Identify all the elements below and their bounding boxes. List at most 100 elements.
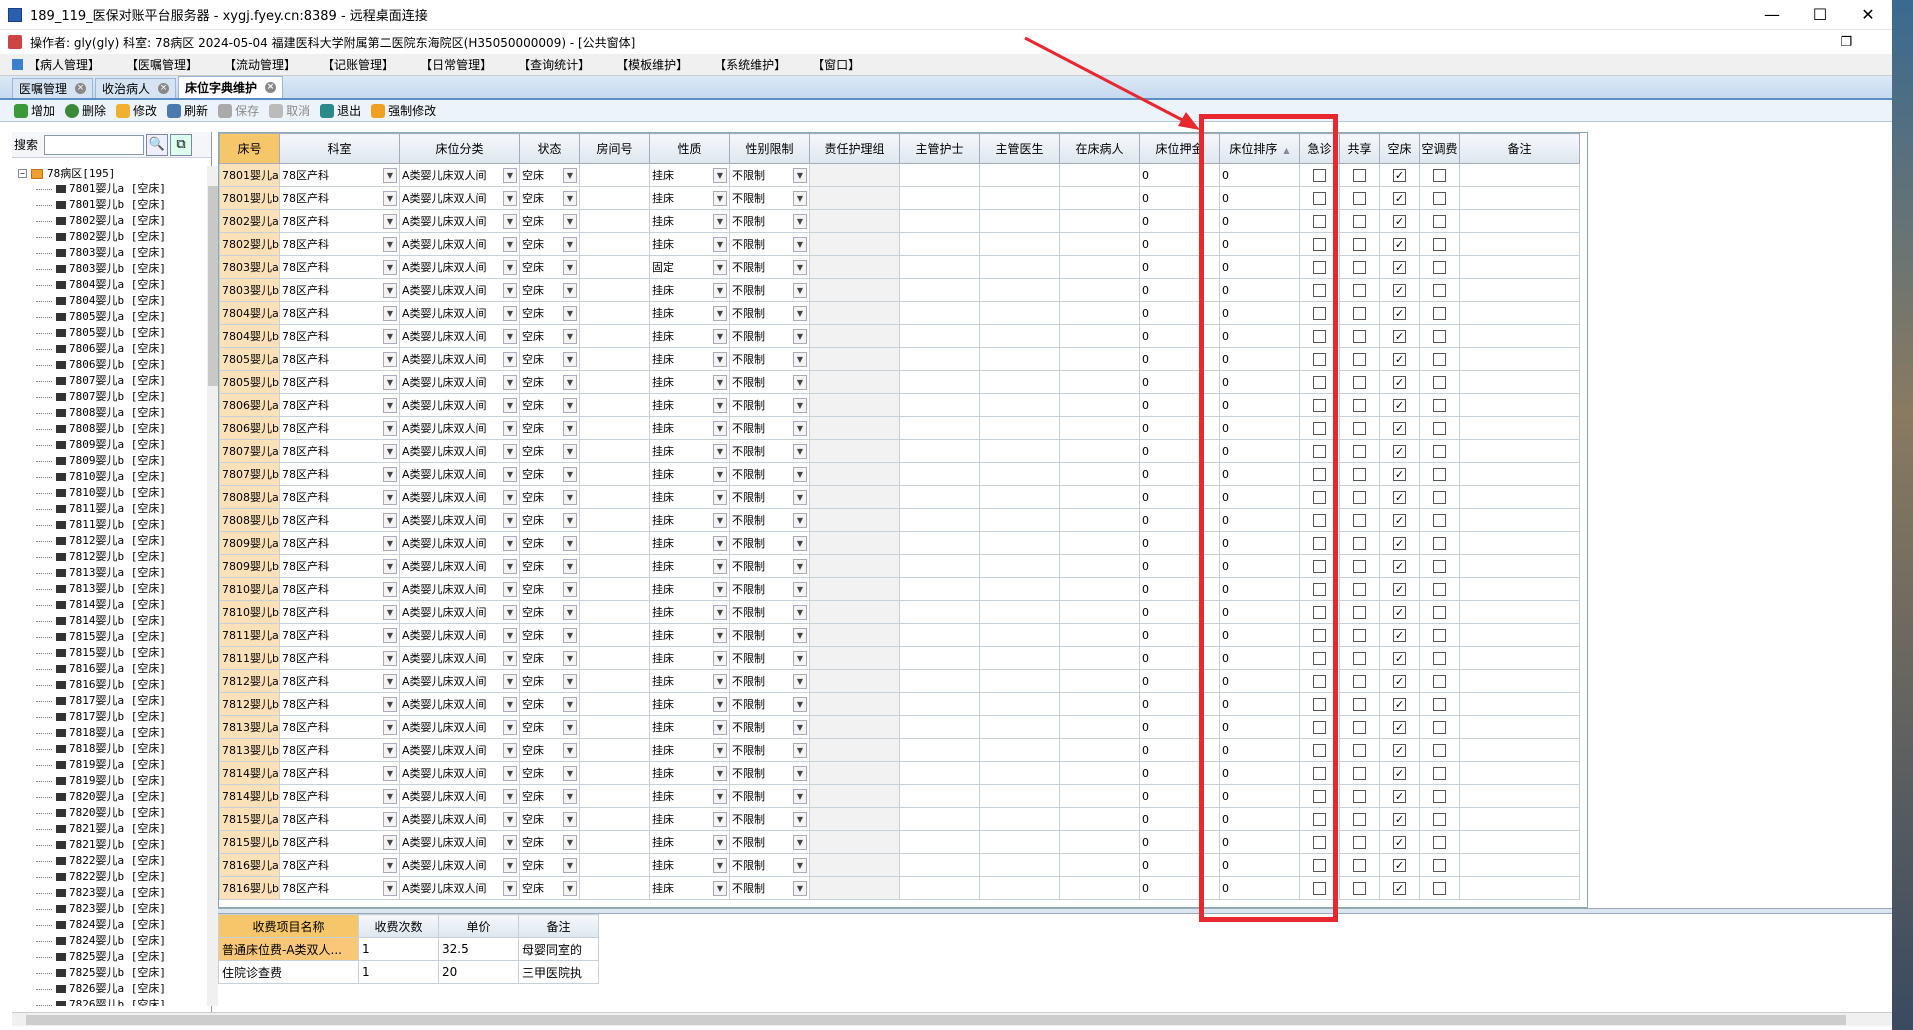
dropdown-arrow-icon[interactable]: ▼ [713,351,727,367]
cell-gender-limit[interactable]: 不限制 ▼ [729,324,810,348]
cell-ac-fee[interactable] [1419,692,1460,716]
cell-nurse-group[interactable] [809,623,900,647]
cell-remark[interactable] [1459,301,1580,325]
cell-department[interactable]: 78区产科 ▼ [279,738,400,762]
emergency-checkbox[interactable] [1313,306,1326,320]
cell-nurse-group[interactable] [809,853,900,877]
department-select[interactable]: 78区产科 ▼ [282,604,397,620]
cell-room-number[interactable] [579,439,650,463]
dropdown-arrow-icon[interactable]: ▼ [793,512,807,528]
dropdown-arrow-icon[interactable]: ▼ [383,190,397,206]
cell-shared[interactable] [1339,232,1380,256]
cell-room-number[interactable] [579,255,650,279]
dropdown-arrow-icon[interactable]: ▼ [563,834,577,850]
status-select[interactable]: 空床 ▼ [522,190,577,206]
close-tab-icon[interactable]: × [75,83,87,94]
dropdown-arrow-icon[interactable]: ▼ [503,328,517,344]
status-select[interactable]: 空床 ▼ [522,236,577,252]
restore-button[interactable]: ❐ [1840,35,1852,50]
dropdown-arrow-icon[interactable]: ▼ [503,190,517,206]
cell-charge-nurse[interactable] [899,278,980,302]
dropdown-arrow-icon[interactable]: ▼ [503,696,517,712]
cell-ac-fee[interactable] [1419,278,1460,302]
cell-status[interactable]: 空床 ▼ [519,209,580,233]
status-select[interactable]: 空床 ▼ [522,305,577,321]
cell-bed-order[interactable]: 0 [1219,370,1300,394]
cell-bed-deposit[interactable]: 0 [1139,807,1220,831]
dropdown-arrow-icon[interactable]: ▼ [503,857,517,873]
cell-shared[interactable] [1339,278,1380,302]
menu-item[interactable]: 【模板维护】 [610,56,708,73]
dropdown-arrow-icon[interactable]: ▼ [503,742,517,758]
department-select[interactable]: 78区产科 ▼ [282,857,397,873]
status-select[interactable]: 空床 ▼ [522,466,577,482]
table-row[interactable]: 7803婴儿b 78区产科 ▼ A类婴儿床双人间 ▼ 空床 ▼ 挂床 ▼ 不限制 ▼ 0 0 ✓ [219,278,1580,302]
bed-class-select[interactable]: A类婴儿床双人间 ▼ [402,811,517,827]
cell-status[interactable]: 空床 ▼ [519,623,580,647]
cell-status[interactable]: 空床 ▼ [519,232,580,256]
cell-emergency[interactable] [1299,393,1340,417]
department-select[interactable]: 78区产科 ▼ [282,512,397,528]
shared-checkbox[interactable] [1353,628,1366,642]
gender-limit-select[interactable]: 不限制 ▼ [732,604,807,620]
cell-bed-order[interactable]: 0 [1219,301,1300,325]
cell-emergency[interactable] [1299,186,1340,210]
cell-bed-class[interactable]: A类婴儿床双人间 ▼ [399,807,520,831]
dropdown-arrow-icon[interactable]: ▼ [503,305,517,321]
save-button[interactable]: 保存 [218,102,259,119]
cell-nurse-group[interactable] [809,577,900,601]
cell-remark[interactable] [1459,715,1580,739]
cell-shared[interactable] [1339,692,1380,716]
cell-gender-limit[interactable]: 不限制 ▼ [729,531,810,555]
cell-bed-class[interactable]: A类婴儿床双人间 ▼ [399,370,520,394]
cell-shared[interactable] [1339,301,1380,325]
cell-gender-limit[interactable]: 不限制 ▼ [729,554,810,578]
cell-in-bed-patient[interactable] [1059,255,1140,279]
emergency-checkbox[interactable] [1313,651,1326,665]
cell-bed-order[interactable]: 0 [1219,462,1300,486]
empty-bed-checkbox[interactable]: ✓ [1393,559,1406,573]
cell-room-number[interactable] [579,163,650,187]
cell-bed-order[interactable]: 0 [1219,439,1300,463]
cell-bed-order[interactable]: 0 [1219,278,1300,302]
cell-bed-deposit[interactable]: 0 [1139,347,1220,371]
gender-limit-select[interactable]: 不限制 ▼ [732,788,807,804]
tree-node[interactable]: 7810婴儿b [空床] [12,485,207,501]
status-select[interactable]: 空床 ▼ [522,535,577,551]
shared-checkbox[interactable] [1353,237,1366,251]
tree-node[interactable]: 7802婴儿a [空床] [12,213,207,229]
cell-ac-fee[interactable] [1419,876,1460,900]
nature-select[interactable]: 挂床 ▼ [652,420,727,436]
ac-fee-checkbox[interactable] [1433,513,1446,527]
cell-in-bed-patient[interactable] [1059,531,1140,555]
cell-bed-deposit[interactable]: 0 [1139,646,1220,670]
dropdown-arrow-icon[interactable]: ▼ [383,857,397,873]
cell-gender-limit[interactable]: 不限制 ▼ [729,784,810,808]
tree-node[interactable]: 7809婴儿b [空床] [12,453,207,469]
empty-bed-checkbox[interactable]: ✓ [1393,513,1406,527]
ac-fee-checkbox[interactable] [1433,812,1446,826]
cell-status[interactable]: 空床 ▼ [519,830,580,854]
cell-room-number[interactable] [579,508,650,532]
emergency-checkbox[interactable] [1313,720,1326,734]
cell-bed-class[interactable]: A类婴儿床双人间 ▼ [399,186,520,210]
menu-item[interactable]: 【记账管理】 [316,56,414,73]
gender-limit-select[interactable]: 不限制 ▼ [732,857,807,873]
cell-bed-class[interactable]: A类婴儿床双人间 ▼ [399,278,520,302]
shared-checkbox[interactable] [1353,536,1366,550]
table-row[interactable]: 7813婴儿a 78区产科 ▼ A类婴儿床双人间 ▼ 空床 ▼ 挂床 ▼ 不限制 ▼ 0 0 ✓ [219,715,1580,739]
dropdown-arrow-icon[interactable]: ▼ [793,190,807,206]
cell-charge-doctor[interactable] [979,554,1060,578]
cell-room-number[interactable] [579,623,650,647]
cell-charge-nurse[interactable] [899,807,980,831]
tree-node[interactable]: 7817婴儿a [空床] [12,693,207,709]
status-select[interactable]: 空床 ▼ [522,374,577,390]
cell-charge-nurse[interactable] [899,439,980,463]
cell-bed-deposit[interactable]: 0 [1139,370,1220,394]
cell-charge-doctor[interactable] [979,692,1060,716]
cell-nurse-group[interactable] [809,278,900,302]
fee-cell[interactable]: 母婴同室的 [518,937,599,961]
ac-fee-checkbox[interactable] [1433,398,1446,412]
dropdown-arrow-icon[interactable]: ▼ [383,673,397,689]
dropdown-arrow-icon[interactable]: ▼ [793,374,807,390]
